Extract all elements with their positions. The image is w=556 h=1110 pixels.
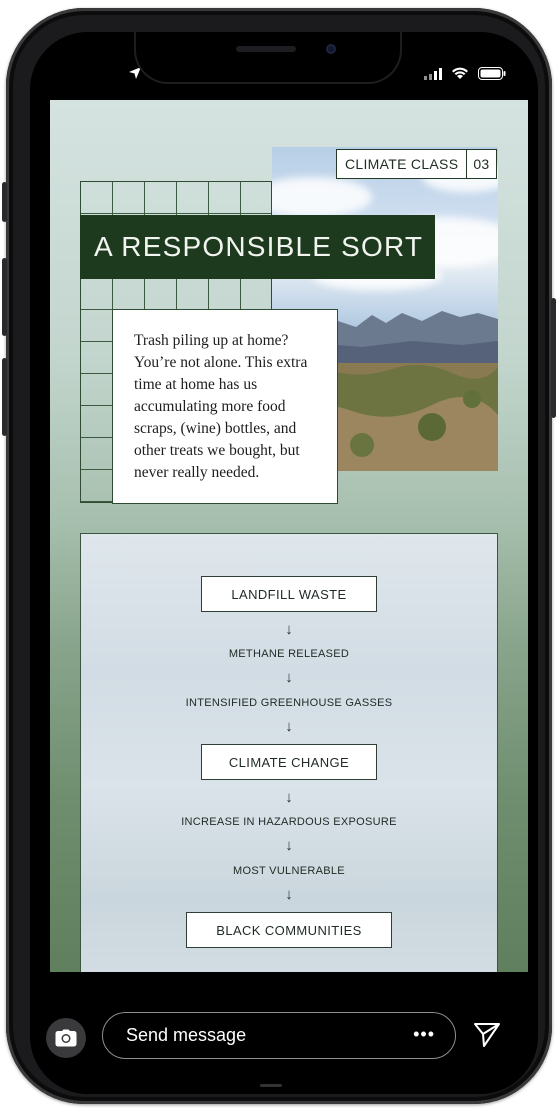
send-message-placeholder: Send message	[126, 1025, 247, 1045]
speaker-grille	[236, 46, 296, 52]
flow-step-text: METHANE RELEASED	[228, 648, 350, 660]
down-arrow-icon: ↓	[285, 718, 293, 735]
down-arrow-icon: ↓	[285, 789, 293, 806]
reply-bar: Send message •••	[30, 972, 538, 1094]
tag-number: 03	[473, 156, 490, 172]
tag-title: CLIMATE CLASS	[337, 150, 468, 178]
flow-step-text: INCREASE IN HAZARDOUS EXPOSURE	[181, 816, 397, 828]
headline-banner: A RESPONSIBLE SORT	[80, 215, 435, 279]
flow-step-box: LANDFILL WASTE	[201, 576, 377, 612]
home-indicator	[260, 1084, 282, 1087]
down-arrow-icon: ↓	[285, 886, 293, 903]
story-content[interactable]: CLIMATE CLASS 03 A RESPONSIBLE SORT Tras…	[50, 100, 528, 972]
down-arrow-icon: ↓	[285, 837, 293, 854]
down-arrow-icon: ↓	[285, 621, 293, 638]
camera-icon	[55, 1029, 77, 1047]
flow-step-box: CLIMATE CHANGE	[201, 744, 377, 780]
phone-frame: CLIMATE CLASS 03 A RESPONSIBLE SORT Tras…	[2, 8, 556, 1104]
flow-step-text: INTENSIFIED GREENHOUSE GASSES	[185, 697, 393, 709]
flow-step-text: MOST VULNERABLE	[233, 865, 345, 877]
mute-switch	[2, 182, 7, 222]
headline: A RESPONSIBLE SORT	[94, 231, 424, 262]
more-options-icon[interactable]: •••	[413, 1024, 435, 1045]
volume-up-button	[2, 258, 7, 336]
send-message-input[interactable]: Send message •••	[102, 1012, 456, 1059]
cellular-signal-icon	[424, 68, 442, 80]
volume-down-button	[2, 358, 7, 436]
front-camera	[326, 44, 336, 54]
battery-icon	[478, 67, 506, 80]
body-text: Trash piling up at home? You’re not alon…	[134, 332, 308, 481]
screen: CLIMATE CLASS 03 A RESPONSIBLE SORT Tras…	[30, 32, 538, 1094]
down-arrow-icon: ↓	[285, 669, 293, 686]
flow-chart-panel: LANDFILL WASTE ↓ METHANE RELEASED ↓ INTE…	[80, 533, 498, 972]
body-text-box: Trash piling up at home? You’re not alon…	[112, 309, 338, 504]
camera-button[interactable]	[46, 1018, 86, 1058]
notch	[134, 32, 402, 84]
paper-plane-icon[interactable]	[472, 1020, 502, 1050]
power-button	[551, 298, 556, 418]
climate-class-tag: CLIMATE CLASS 03	[336, 149, 497, 179]
flow-step-box: BLACK COMMUNITIES	[186, 912, 392, 948]
status-bar	[30, 32, 538, 100]
wifi-icon	[452, 67, 468, 79]
